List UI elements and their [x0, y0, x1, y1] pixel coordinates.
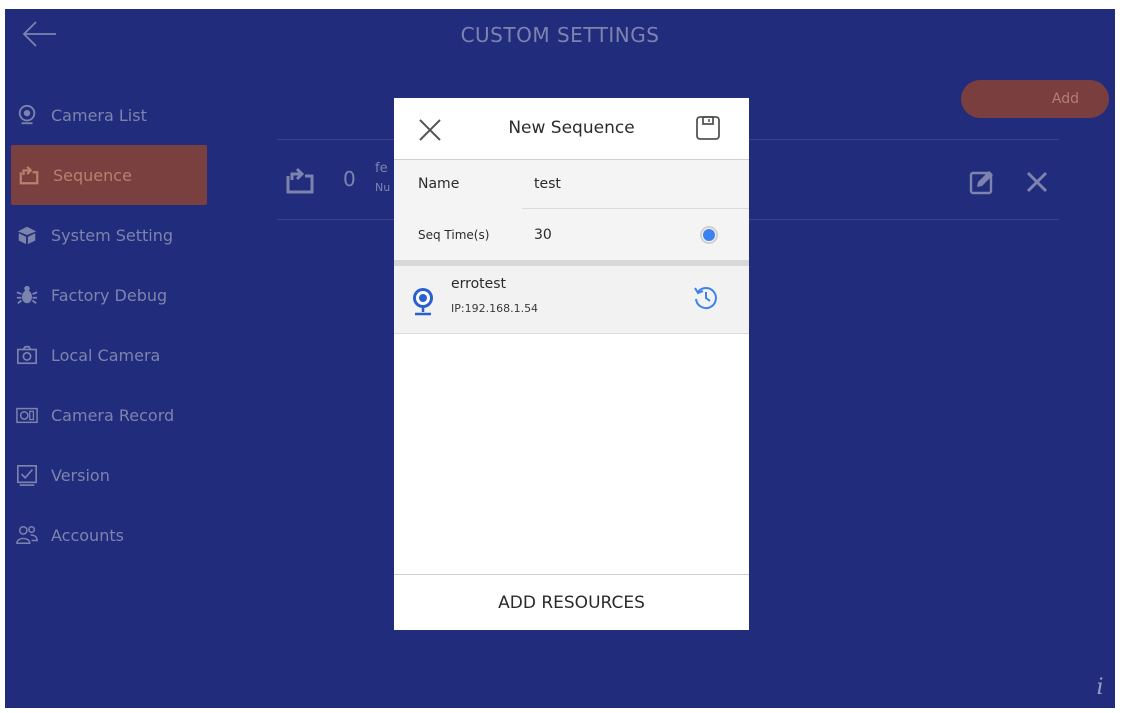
sidebar-item-label: Version — [51, 465, 110, 485]
seq-time-radio[interactable] — [700, 226, 718, 244]
name-label: Name — [418, 176, 460, 192]
system-setting-icon — [15, 223, 39, 247]
name-field[interactable]: test — [522, 160, 749, 209]
add-button[interactable]: Add — [961, 80, 1109, 118]
dialog-save-button[interactable] — [695, 115, 721, 141]
camera-list-icon — [15, 103, 39, 127]
sequence-icon — [285, 165, 315, 195]
sidebar-item-camera-record[interactable]: Camera Record — [5, 385, 215, 445]
resource-name: errotest — [451, 276, 507, 292]
resource-ip: IP:192.168.1.54 — [451, 302, 539, 315]
history-button[interactable] — [692, 284, 720, 312]
edit-button[interactable] — [967, 167, 997, 197]
camera-record-icon — [15, 403, 39, 427]
sidebar-item-label: System Setting — [51, 225, 174, 245]
sidebar-item-accounts[interactable]: Accounts — [5, 505, 215, 565]
page-title: CUSTOM SETTINGS — [460, 23, 660, 47]
sequence-form: Name test Seq Time(s) 30 — [394, 160, 749, 260]
close-icon — [1026, 171, 1048, 193]
history-icon — [694, 287, 717, 310]
sidebar-item-system-setting[interactable]: System Setting — [5, 205, 215, 265]
sequence-count: 0 — [343, 167, 356, 191]
version-icon — [15, 463, 39, 487]
list-item[interactable]: errotest IP:192.168.1.54 — [394, 266, 749, 334]
sidebar-item-label: Factory Debug — [51, 285, 168, 305]
webcam-icon — [410, 286, 436, 316]
sidebar-item-label: Local Camera — [51, 345, 161, 365]
add-resources-button[interactable]: ADD RESOURCES — [394, 574, 749, 630]
save-icon — [696, 116, 720, 140]
local-camera-icon — [15, 343, 39, 367]
dialog-header: New Sequence — [394, 98, 749, 160]
name-row: Name test — [394, 160, 749, 210]
edit-icon — [969, 171, 993, 195]
delete-button[interactable] — [1022, 167, 1052, 197]
seq-time-row: Seq Time(s) 30 — [394, 210, 749, 260]
accounts-icon — [15, 523, 39, 547]
sidebar-item-version[interactable]: Version — [5, 445, 215, 505]
sidebar: Camera List Sequence System Setting Fact… — [5, 85, 215, 565]
sidebar-item-sequence[interactable]: Sequence — [11, 145, 207, 205]
sidebar-item-factory-debug[interactable]: Factory Debug — [5, 265, 215, 325]
sidebar-item-local-camera[interactable]: Local Camera — [5, 325, 215, 385]
sequence-name: fe — [375, 161, 388, 176]
bug-icon — [15, 283, 39, 307]
radio-dot — [703, 229, 715, 241]
info-button[interactable]: i — [1085, 667, 1115, 707]
sidebar-item-camera-list[interactable]: Camera List — [5, 85, 215, 145]
sequence-icon — [17, 163, 41, 187]
sidebar-item-label: Accounts — [51, 525, 124, 545]
sidebar-item-label: Camera Record — [51, 405, 175, 425]
sidebar-item-label: Camera List — [51, 105, 147, 125]
sidebar-item-label: Sequence — [53, 165, 132, 185]
new-sequence-dialog: New Sequence Name test Seq Time(s) 30 er… — [394, 98, 749, 630]
sequence-subtitle: Nu — [375, 181, 391, 194]
seq-time-label: Seq Time(s) — [418, 228, 490, 242]
